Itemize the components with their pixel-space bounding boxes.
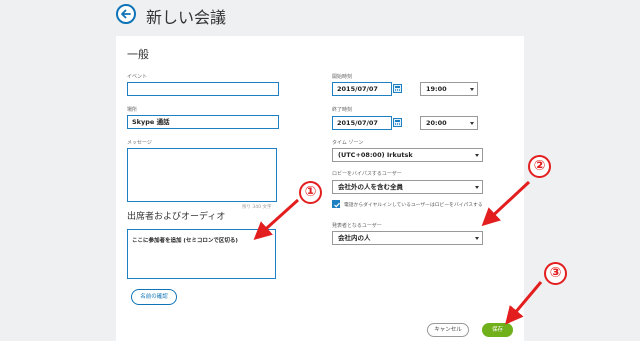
annotation-arrow-3 [505,281,543,325]
annotation-marker-3: ③ [544,262,567,285]
annotation-marker-2: ② [528,155,551,178]
annotation-arrow-2 [481,180,531,227]
annotation-arrow-1 [253,198,300,241]
annotation-marker-1: ① [299,181,322,204]
